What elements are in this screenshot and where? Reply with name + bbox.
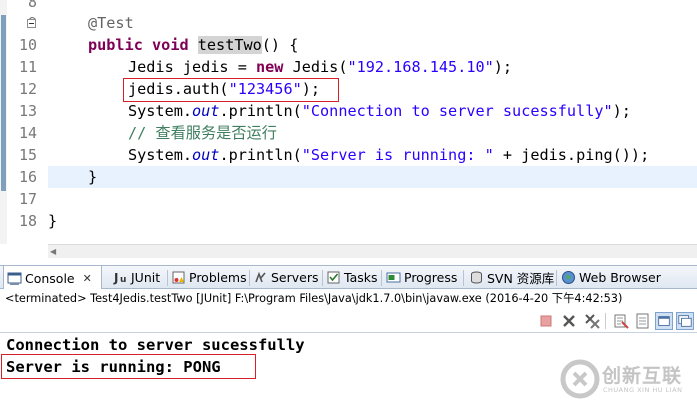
code-line: 17	[0, 188, 697, 210]
code-text: }	[48, 212, 58, 230]
fold-collapse-icon[interactable]	[27, 19, 36, 28]
tab-label: Console	[25, 270, 75, 286]
keyword-token: void	[152, 36, 189, 54]
clear-console-icon[interactable]	[612, 312, 630, 330]
svn-repository-icon	[469, 270, 484, 285]
code-text: );	[612, 102, 631, 120]
line-number: 17	[18, 190, 37, 208]
string-token: "Connection to server sucessfully"	[301, 102, 613, 120]
string-token: "Server is running: "	[301, 146, 494, 164]
tab-problems[interactable]: Problems	[168, 266, 247, 289]
code-text: System.	[128, 146, 193, 164]
brand-subtitle: CHUANG XIN HU LIAN	[603, 386, 683, 394]
brand-name: 创新互联	[602, 365, 683, 387]
comment-token: // 查看服务是否运行	[128, 124, 277, 142]
svg-text:u: u	[120, 275, 126, 285]
line-number: 18	[18, 212, 37, 230]
junit-icon: Ju	[113, 270, 128, 285]
tab-label: Problems	[189, 270, 247, 285]
tab-label: Tasks	[344, 270, 378, 285]
line-number: 15	[18, 146, 37, 164]
close-icon[interactable]: ✕	[83, 272, 92, 285]
toolbar-separator	[605, 313, 606, 329]
code-line: 10 public void testTwo() {	[0, 34, 697, 56]
string-token: "192.168.145.10"	[347, 58, 494, 76]
servers-icon	[253, 270, 268, 285]
brand-watermark: 创新互联 CHUANG XIN HU LIAN	[560, 357, 697, 403]
scroll-lock-icon[interactable]	[634, 312, 652, 330]
code-text: System.	[128, 102, 193, 120]
code-line: 12 jedis.auth("123456");	[0, 78, 697, 100]
svg-text:J: J	[113, 271, 118, 285]
tab-web-browser[interactable]: Web Browser	[558, 266, 661, 289]
code-line: 13 System.out.println("Connection to ser…	[0, 100, 697, 122]
terminate-icon[interactable]	[537, 312, 555, 330]
problems-icon	[171, 270, 186, 285]
tab-tasks[interactable]: Tasks	[323, 266, 378, 289]
brand-logo-icon	[560, 359, 600, 399]
highlight-box	[1, 354, 256, 379]
remove-all-terminated-icon[interactable]	[583, 312, 601, 330]
horizontal-scrollbar[interactable]: ◀	[48, 244, 697, 258]
annotation-token: @Test	[88, 14, 134, 32]
code-text: .println(	[219, 102, 302, 120]
tab-separator	[463, 270, 464, 286]
code-line: 15 System.out.println("Server is running…	[0, 144, 697, 166]
tab-junit[interactable]: Ju JUnit	[110, 266, 160, 289]
code-line: 9 @Test	[0, 12, 697, 34]
tab-console[interactable]: Console ✕	[3, 266, 102, 290]
line-number: 16	[18, 168, 37, 186]
console-output-line: Connection to server sucessfully	[6, 336, 305, 354]
progress-icon	[386, 270, 401, 285]
method-name-token: testTwo	[197, 36, 262, 54]
tab-svn-repository[interactable]: SVN 资源库	[466, 266, 554, 289]
tab-label: Web Browser	[579, 270, 661, 285]
code-editor[interactable]: 8 9 @Test 10 public void testTwo() { 11 …	[0, 0, 697, 244]
tab-separator	[381, 270, 382, 286]
code-line: 14 // 查看服务是否运行	[0, 122, 697, 144]
code-text: );	[493, 58, 513, 76]
tab-label: SVN 资源库	[487, 271, 555, 286]
line-number: 14	[18, 124, 37, 142]
console-process-status: <terminated> Test4Jedis.testTwo [JUnit] …	[0, 289, 697, 311]
code-line: 16 }	[0, 166, 697, 188]
highlight-box	[123, 78, 339, 102]
tab-servers[interactable]: Servers	[250, 266, 319, 289]
code-line: 18 }	[0, 210, 697, 232]
line-number: 10	[18, 36, 37, 54]
code-text: () {	[261, 36, 299, 54]
console-toolbar	[0, 309, 697, 333]
scroll-left-icon[interactable]: ◀	[50, 247, 56, 256]
keyword-token: new	[256, 58, 284, 76]
tab-label: Progress	[404, 270, 458, 285]
code-text: Jedis jedis =	[128, 58, 257, 76]
line-number: 11	[18, 58, 37, 76]
globe-icon	[561, 270, 576, 285]
pin-console-icon[interactable]	[655, 312, 673, 330]
code-text: Jedis(	[283, 58, 348, 76]
tasks-icon	[326, 270, 341, 285]
display-selected-console-icon[interactable]	[676, 312, 694, 330]
code-line: 11 Jedis jedis = new Jedis("192.168.145.…	[0, 56, 697, 78]
code-text: + jedis.ping());	[493, 146, 650, 164]
code-text: }	[88, 168, 98, 186]
field-token: out	[192, 146, 220, 164]
remove-launch-icon[interactable]	[560, 312, 578, 330]
keyword-token: public	[88, 36, 143, 54]
tab-label: JUnit	[131, 270, 161, 285]
code-text: .println(	[219, 146, 302, 164]
view-tab-bar: Console ✕ Ju JUnit Problems Servers Task…	[0, 265, 697, 290]
line-number: 13	[18, 102, 37, 120]
console-icon	[7, 271, 22, 286]
line-number: 12	[18, 80, 37, 98]
field-token: out	[192, 102, 220, 120]
tab-progress[interactable]: Progress	[383, 266, 457, 289]
tab-separator	[556, 270, 557, 286]
tab-label: Servers	[271, 270, 319, 285]
